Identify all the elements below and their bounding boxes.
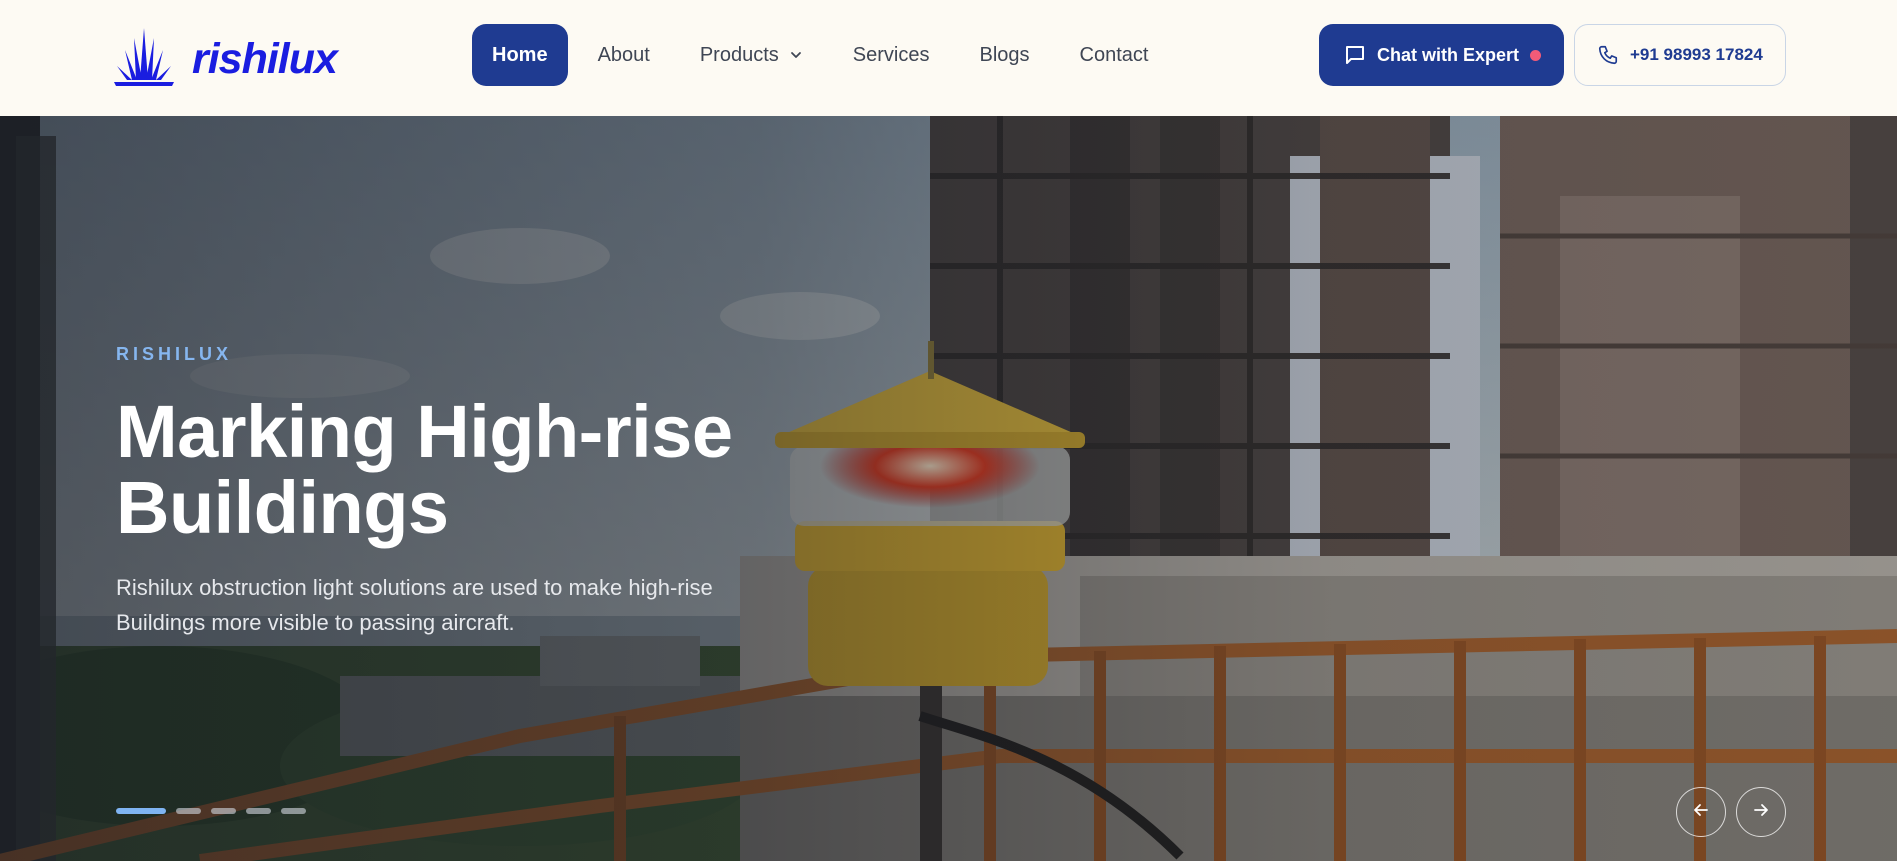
- hero-title-line-1: Marking High-rise: [116, 390, 733, 473]
- hero-eyebrow: RISHILUX: [116, 344, 233, 364]
- hero-title-line-2: Buildings: [116, 466, 449, 549]
- arrow-left-icon: [1691, 800, 1711, 825]
- phone-button[interactable]: +91 98993 17824: [1574, 24, 1786, 86]
- previous-slide-button[interactable]: [1676, 787, 1726, 837]
- chat-bubble-icon: [1343, 43, 1367, 67]
- nav-contact[interactable]: Contact: [1080, 24, 1149, 86]
- nav-products[interactable]: Products: [700, 24, 803, 86]
- nav-blogs[interactable]: Blogs: [979, 24, 1029, 86]
- phone-number: +91 98993 17824: [1630, 45, 1763, 64]
- chat-button-label: Chat with Expert: [1377, 44, 1520, 65]
- nav-home[interactable]: Home: [472, 24, 568, 86]
- hero-description: Rishilux obstruction light solutions are…: [116, 575, 713, 635]
- nav-products-label: Products: [699, 43, 779, 66]
- chat-with-expert-button[interactable]: Chat with Expert: [1319, 24, 1564, 86]
- site-header: rishilux Home About Products Services Bl…: [0, 0, 1897, 116]
- main-nav: Home About Products Services Blogs Conta…: [472, 24, 1198, 86]
- brand-name: rishilux: [192, 34, 338, 83]
- hero-title: Marking High-rise Buildings: [116, 394, 836, 546]
- phone-icon: [1597, 44, 1619, 66]
- hero-slider: RISHILUX Marking High-rise Buildings Ris…: [0, 116, 1897, 861]
- nav-about[interactable]: About: [598, 24, 650, 86]
- brand-logo[interactable]: rishilux: [114, 26, 338, 86]
- arrow-right-icon: [1751, 800, 1771, 825]
- slide-dot-1[interactable]: [116, 808, 166, 814]
- slide-dot-5[interactable]: [281, 808, 306, 814]
- slide-pagination: [116, 808, 316, 814]
- slide-dot-2[interactable]: [176, 808, 201, 814]
- slide-dot-3[interactable]: [211, 808, 236, 814]
- slide-dot-4[interactable]: [246, 808, 271, 814]
- sunburst-logo-icon: [114, 28, 174, 86]
- chevron-down-icon: [789, 48, 803, 62]
- online-status-dot: [1530, 49, 1542, 61]
- nav-services[interactable]: Services: [853, 24, 930, 86]
- next-slide-button[interactable]: [1736, 787, 1786, 837]
